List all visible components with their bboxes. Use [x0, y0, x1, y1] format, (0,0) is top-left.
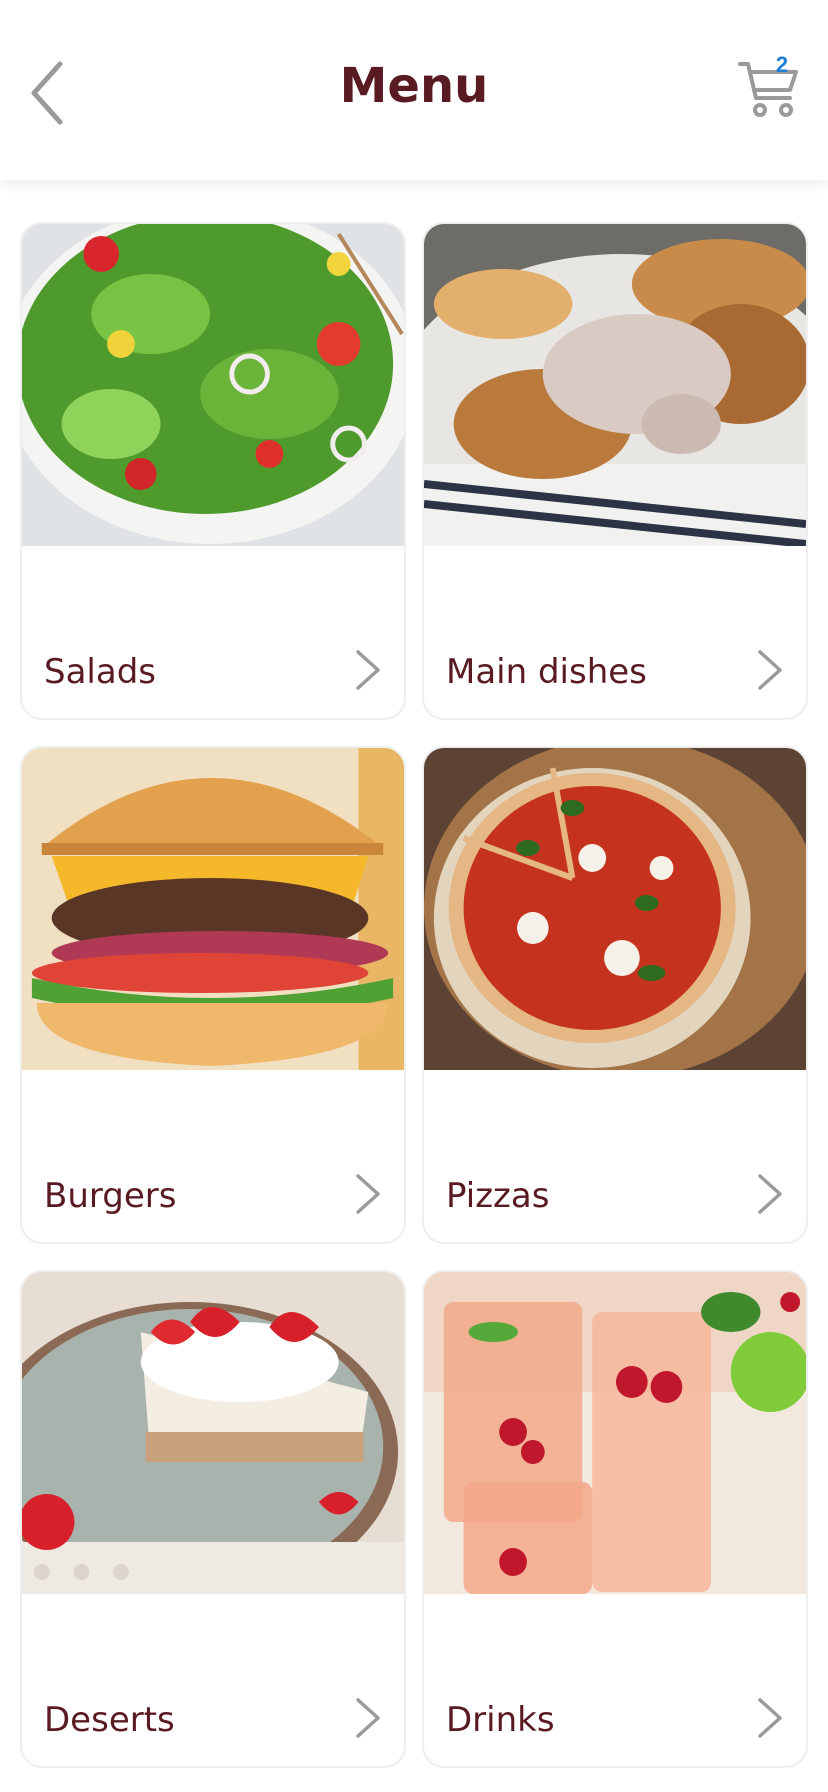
main-dish-photo: [424, 224, 806, 546]
category-label: Pizzas: [446, 1176, 550, 1216]
category-card-deserts[interactable]: Deserts: [20, 1270, 406, 1768]
pizza-photo: [424, 748, 806, 1070]
page-title: Menu: [339, 58, 489, 114]
category-card-pizzas[interactable]: Pizzas: [422, 746, 808, 1244]
chevron-right-icon: [754, 648, 784, 692]
category-label: Salads: [44, 652, 156, 692]
burger-photo: [22, 748, 404, 1070]
category-label: Deserts: [44, 1700, 175, 1740]
chevron-right-icon: [352, 1172, 382, 1216]
cart-button[interactable]: 2: [738, 52, 800, 120]
category-label: Burgers: [44, 1176, 177, 1216]
category-label: Drinks: [446, 1700, 555, 1740]
salad-photo: [22, 224, 404, 546]
category-card-burgers[interactable]: Burgers: [20, 746, 406, 1244]
category-label: Main dishes: [446, 652, 647, 692]
drinks-photo: [424, 1272, 806, 1594]
cart-count-badge: 2: [775, 52, 789, 77]
chevron-right-icon: [352, 1696, 382, 1740]
chevron-right-icon: [754, 1172, 784, 1216]
chevron-right-icon: [754, 1696, 784, 1740]
category-grid: Salads Main dishes Burgers Pizzas Desert…: [20, 222, 810, 1768]
category-card-salads[interactable]: Salads: [20, 222, 406, 720]
chevron-right-icon: [352, 648, 382, 692]
category-card-drinks[interactable]: Drinks: [422, 1270, 808, 1768]
dessert-photo: [22, 1272, 404, 1594]
top-bar: Menu 2: [0, 0, 828, 180]
category-card-main-dishes[interactable]: Main dishes: [422, 222, 808, 720]
